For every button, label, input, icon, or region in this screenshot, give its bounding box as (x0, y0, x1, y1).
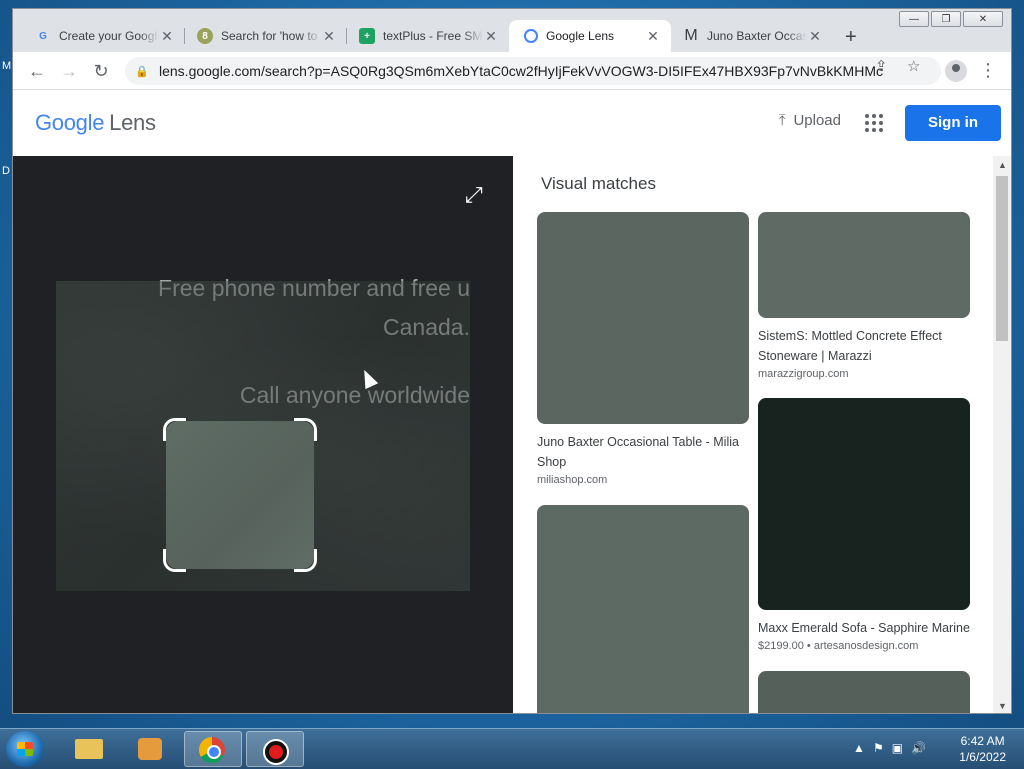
tab-title: Google Lens (546, 29, 615, 43)
result-title[interactable]: Maxx Emerald Sofa - Sapphire Marine (758, 618, 970, 638)
clock-time: 6:42 AM (960, 734, 1005, 748)
scroll-thumb[interactable] (996, 176, 1008, 341)
profile-avatar-icon[interactable] (945, 60, 967, 82)
tab-search[interactable]: 8 Search for 'how to ✕ (185, 20, 347, 52)
result-thumbnail[interactable] (758, 398, 970, 610)
tab-title: Juno Baxter Occasio (707, 29, 807, 43)
volume-icon[interactable]: 🔊 (911, 741, 934, 755)
desktop-icon-label: M (2, 60, 12, 72)
result-source: miliashop.com (537, 474, 608, 486)
scroll-up-icon[interactable]: ▲ (998, 160, 1007, 170)
google-lens-logo[interactable]: Google Lens (35, 110, 156, 136)
address-bar[interactable]: 🔒 lens.google.com/search?p=ASQ0Rg3QSm6mX… (125, 57, 941, 85)
clock[interactable]: 6:42 AM 1/6/2022 (959, 733, 1006, 765)
close-window-button[interactable]: ✕ (963, 11, 1003, 27)
lens-header: Google Lens ⤒ Upload Sign in (13, 90, 1011, 156)
crop-handle[interactable] (294, 418, 317, 441)
logo-lens-text: Lens (109, 110, 156, 135)
image-viewer: ⤢ Free phone number and free u Canada. C… (13, 156, 513, 713)
expand-icon[interactable]: ⤢ (465, 182, 483, 208)
system-tray-icons[interactable]: ▲⚑▣🔊 (853, 741, 934, 755)
share-icon[interactable]: ⇪ (875, 57, 888, 75)
apps-grid-icon[interactable] (865, 114, 883, 132)
close-tab-icon[interactable]: ✕ (483, 28, 499, 45)
result-thumbnail[interactable] (758, 212, 970, 318)
bookmark-star-icon[interactable]: ☆ (907, 57, 920, 75)
milia-m-icon: M (684, 27, 698, 44)
back-button[interactable]: ← (25, 59, 49, 83)
close-tab-icon[interactable]: ✕ (645, 28, 661, 45)
close-tab-icon[interactable]: ✕ (159, 28, 175, 45)
result-card[interactable]: Juno Baxter Occasional Table - Milia Sho… (537, 212, 749, 486)
crop-handle[interactable] (163, 549, 186, 572)
lock-icon: 🔒 (135, 65, 149, 78)
result-source: marazzigroup.com (758, 368, 849, 380)
clock-date: 1/6/2022 (959, 750, 1006, 764)
close-tab-icon[interactable]: ✕ (807, 28, 823, 45)
scroll-down-icon[interactable]: ▼ (998, 701, 1007, 711)
tab-google-lens[interactable]: Google Lens ✕ (509, 20, 671, 52)
show-hidden-icons[interactable]: ▲ (853, 741, 873, 755)
browser-toolbar: ← → ↻ 🔒 lens.google.com/search?p=ASQ0Rg3… (13, 52, 1011, 90)
network-icon[interactable]: ▣ (892, 741, 911, 755)
logo-google-text: Google (35, 110, 105, 135)
upload-label: Upload (793, 112, 841, 129)
result-thumbnail[interactable] (537, 212, 749, 424)
results-heading: Visual matches (541, 174, 656, 193)
google-icon: G (39, 30, 47, 42)
tab-textplus[interactable]: + textPlus - Free SMS ✕ (347, 20, 509, 52)
lens-page: Google Lens ⤒ Upload Sign in ⤢ Free phone… (13, 90, 1011, 713)
result-thumbnail[interactable] (758, 671, 970, 713)
result-card[interactable]: SistemS: Mottled Concrete Effect Stonewa… (758, 212, 970, 380)
menu-kebab-icon[interactable]: ⋮ (979, 60, 997, 81)
result-title[interactable]: SistemS: Mottled Concrete Effect Stonewa… (758, 326, 970, 366)
file-explorer-taskbar-icon[interactable] (60, 731, 118, 767)
new-tab-button[interactable]: + (845, 26, 857, 49)
sign-in-button[interactable]: Sign in (905, 105, 1001, 141)
action-center-flag-icon[interactable]: ⚑ (873, 741, 892, 755)
tab-title: Create your Google (59, 29, 159, 43)
windows-taskbar: ▲⚑▣🔊 6:42 AM 1/6/2022 (0, 728, 1024, 769)
start-button[interactable] (6, 731, 44, 767)
upload-button[interactable]: ⤒ Upload (779, 112, 841, 129)
close-tab-icon[interactable]: ✕ (321, 28, 337, 45)
result-card[interactable] (537, 505, 749, 713)
crop-handle[interactable] (163, 418, 186, 441)
result-thumbnail[interactable] (537, 505, 749, 713)
tab-title: Search for 'how to (221, 29, 318, 43)
tab-juno-baxter[interactable]: M Juno Baxter Occasio ✕ (671, 20, 833, 52)
reload-button[interactable]: ↻ (89, 59, 113, 83)
result-card[interactable] (758, 671, 970, 713)
result-source: $2199.00 • artesanosdesign.com (758, 640, 919, 652)
tab-strip: G Create your Google ✕ 8 Search for 'how… (23, 20, 923, 52)
search-app-icon: 8 (197, 28, 213, 44)
url-text[interactable]: lens.google.com/search?p=ASQ0Rg3QSm6mXeb… (159, 63, 884, 79)
results-scrollbar[interactable]: ▲ ▼ (993, 156, 1011, 713)
result-card[interactable]: Maxx Emerald Sofa - Sapphire Marine $219… (758, 398, 970, 652)
desktop-icon-label: D (2, 165, 10, 177)
tab-create-google[interactable]: G Create your Google ✕ (23, 20, 185, 52)
media-player-taskbar-icon[interactable] (122, 731, 180, 767)
google-lens-icon (524, 29, 538, 43)
textplus-icon: + (359, 28, 375, 44)
result-title[interactable]: Juno Baxter Occasional Table - Milia Sho… (537, 432, 749, 472)
chrome-window: — ❐ ✕ G Create your Google ✕ 8 Search fo… (12, 8, 1012, 714)
maximize-button[interactable]: ❐ (931, 11, 961, 27)
upload-icon: ⤒ (778, 112, 786, 129)
forward-button[interactable]: → (57, 59, 81, 83)
crop-selection-box[interactable] (163, 418, 317, 572)
visual-matches-panel: Visual matches Juno Baxter Occasional Ta… (513, 156, 995, 713)
chrome-taskbar-icon[interactable] (184, 731, 242, 767)
recorder-taskbar-icon[interactable] (246, 731, 304, 767)
tab-title: textPlus - Free SMS (383, 29, 483, 43)
